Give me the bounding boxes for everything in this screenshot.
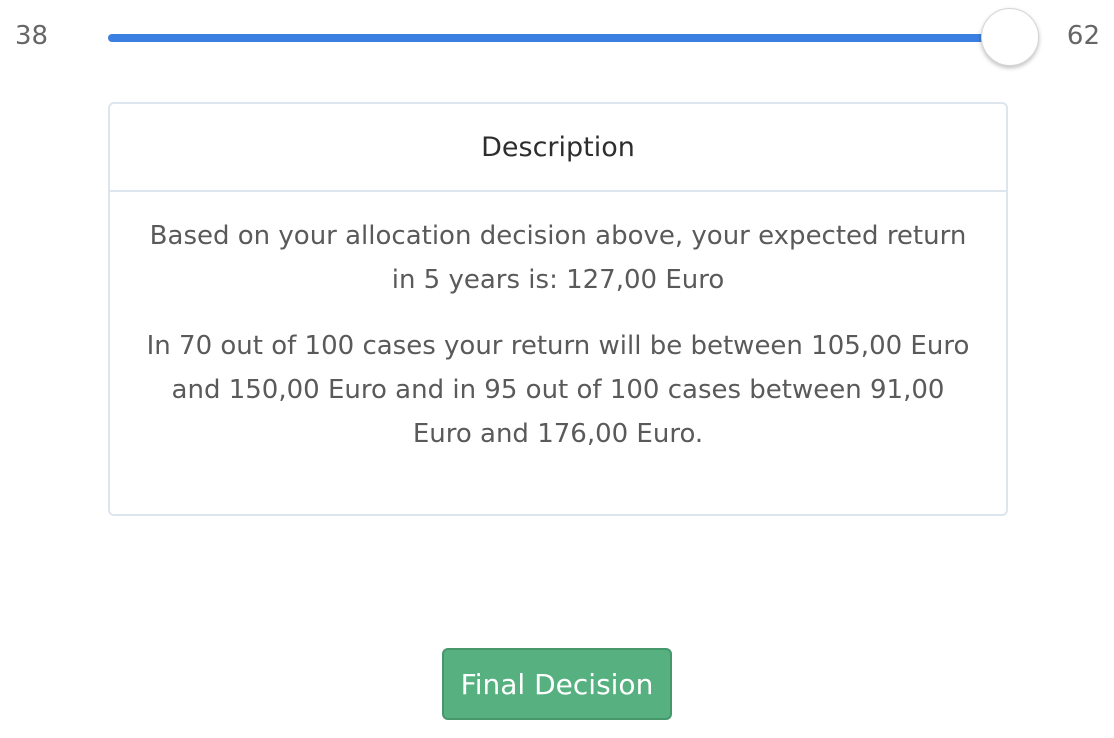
slider-min-label: 38 — [15, 21, 49, 51]
allocation-slider: 38 62 — [0, 0, 1114, 76]
return-range-text: In 70 out of 100 cases your return will … — [146, 331, 970, 449]
card-body: Based on your allocation decision above,… — [110, 192, 1006, 456]
description-card: Description Based on your allocation dec… — [108, 102, 1008, 516]
card-title: Description — [110, 104, 1006, 192]
slider-track[interactable] — [108, 34, 1012, 42]
slider-fill — [108, 34, 1012, 42]
slider-thumb[interactable] — [981, 8, 1039, 66]
page: 38 62 Description Based on your allocati… — [0, 0, 1114, 738]
final-decision-button[interactable]: Final Decision — [442, 648, 672, 720]
slider-max-label: 62 — [1066, 21, 1100, 51]
expected-return-text: Based on your allocation decision above,… — [149, 221, 967, 295]
